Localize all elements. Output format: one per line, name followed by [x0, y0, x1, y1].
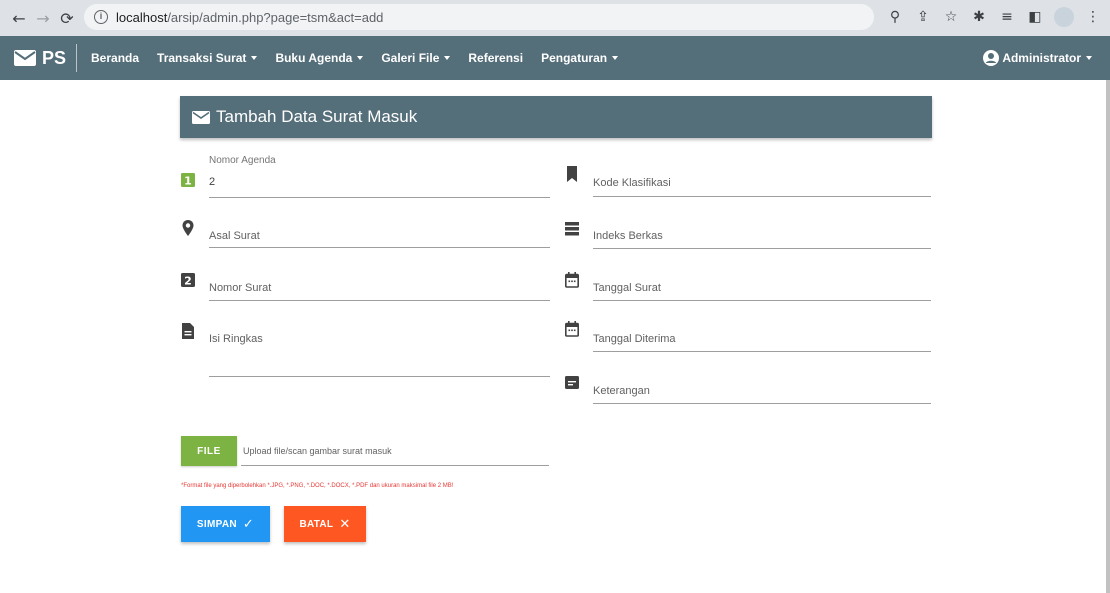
keterangan-field[interactable]: Keterangan: [565, 374, 935, 408]
mail-icon: [192, 110, 210, 124]
check-icon: ✓: [242, 516, 255, 532]
field-underline: [209, 376, 550, 377]
url-host: localhost: [116, 9, 168, 25]
caret-down-icon: [612, 56, 619, 60]
kode-klasifikasi-field[interactable]: Kode Klasifikasi: [565, 166, 935, 200]
menu-item-label: Beranda: [91, 51, 140, 65]
close-icon: ✕: [339, 516, 351, 532]
mail-icon: [14, 50, 36, 66]
field-underline: [593, 300, 931, 301]
brand-text: PS: [42, 47, 67, 68]
calendar-icon: [565, 321, 579, 337]
menu-item-beranda[interactable]: Beranda: [91, 51, 139, 65]
svg-text:2: 2: [184, 275, 192, 288]
field-label: Asal Surat: [209, 230, 260, 242]
field-label: Tanggal Diterima: [593, 333, 676, 345]
save-button[interactable]: SIMPAN ✓: [181, 506, 270, 542]
account-circle-icon: [983, 50, 1000, 66]
save-button-label: SIMPAN: [196, 518, 237, 530]
file-format-note: *Format file yang diperbolehkan *.JPG, *…: [181, 483, 454, 489]
menu-item-referensi[interactable]: Referensi: [468, 51, 523, 65]
back-arrow-icon[interactable]: ←: [8, 7, 30, 29]
user-name: Administrator: [1002, 51, 1081, 65]
field-label: Isi Ringkas: [209, 333, 263, 345]
calendar-icon: [565, 272, 579, 288]
url-path: /arsip/admin.php?page=tsm&act=add: [167, 9, 384, 25]
asal-surat-field[interactable]: Asal Surat: [181, 218, 551, 252]
forward-arrow-icon[interactable]: →: [32, 7, 54, 29]
menu-item-label: Transaksi Surat: [157, 51, 247, 65]
map-marker-icon: [182, 220, 194, 236]
brand-logo[interactable]: PS: [0, 36, 66, 80]
field-label: Kode Klasifikasi: [593, 177, 671, 189]
reading-list-icon[interactable]: ≡: [998, 8, 1016, 26]
site-info-icon[interactable]: i: [94, 10, 108, 24]
side-panel-icon[interactable]: ◧: [1026, 8, 1044, 26]
page-title: Tambah Data Surat Masuk: [216, 107, 418, 126]
field-value: 2: [209, 176, 216, 188]
menu-item-galeri-file[interactable]: Galeri File: [381, 51, 451, 65]
field-underline: [209, 300, 550, 301]
field-label: Nomor Agenda: [209, 155, 276, 166]
caret-down-icon: [357, 56, 364, 60]
menu-item-buku-agenda[interactable]: Buku Agenda: [275, 51, 364, 65]
tanggal-diterima-field[interactable]: Tanggal Diterima: [565, 321, 935, 357]
cancel-button[interactable]: BATAL ✕: [284, 506, 366, 542]
caret-down-icon: [444, 56, 451, 60]
file-path-input[interactable]: Upload file/scan gambar surat masuk: [243, 446, 392, 456]
field-label: Tanggal Surat: [593, 282, 661, 294]
browser-toolbar: ← → ⟳ i localhost/arsip/admin.php?page=t…: [0, 0, 1110, 36]
field-label: Indeks Berkas: [593, 230, 663, 242]
field-underline: [593, 248, 931, 249]
browser-menu-icon[interactable]: ⋮: [1084, 8, 1102, 26]
scrollbar[interactable]: [1106, 80, 1110, 593]
svg-text:1: 1: [184, 175, 192, 188]
file-upload-button[interactable]: FILE: [181, 436, 237, 466]
number-two-icon: 2: [181, 273, 195, 288]
share-icon[interactable]: ⇪: [914, 8, 932, 26]
app-navbar: PS Beranda Transaksi Surat Buku Agenda G…: [0, 36, 1110, 80]
menu-item-transaksi-surat[interactable]: Transaksi Surat: [157, 51, 258, 65]
field-underline: [209, 197, 550, 198]
number-one-icon: 1: [181, 173, 195, 188]
extensions-icon[interactable]: ✱: [970, 8, 988, 26]
zoom-icon[interactable]: ⚲: [886, 8, 904, 26]
caret-down-icon: [251, 56, 258, 60]
field-label: Keterangan: [593, 385, 650, 397]
brand-divider: [76, 44, 78, 72]
document-icon: [182, 323, 194, 339]
tanggal-surat-field[interactable]: Tanggal Surat: [565, 272, 935, 306]
field-underline: [593, 403, 931, 404]
file-path-underline: [241, 465, 549, 466]
menu-item-label: Galeri File: [381, 51, 440, 65]
field-underline: [593, 351, 931, 352]
indeks-berkas-field[interactable]: Indeks Berkas: [565, 220, 935, 254]
notes-icon: [565, 376, 579, 389]
profile-avatar[interactable]: [1054, 7, 1074, 27]
nomor-agenda-field[interactable]: 1 Nomor Agenda 2: [181, 154, 551, 200]
bookmark-star-icon[interactable]: ☆: [942, 8, 960, 26]
field-underline: [209, 247, 550, 248]
menu-item-pengaturan[interactable]: Pengaturan: [541, 51, 619, 65]
cancel-button-label: BATAL: [299, 518, 334, 530]
menu-item-label: Buku Agenda: [275, 51, 353, 65]
main-menu: Beranda Transaksi Surat Buku Agenda Gale…: [91, 51, 619, 65]
menu-item-label: Referensi: [468, 51, 524, 65]
caret-down-icon: [1086, 56, 1092, 60]
bookmark-icon: [567, 166, 577, 182]
reload-icon[interactable]: ⟳: [56, 7, 78, 29]
address-bar[interactable]: i localhost/arsip/admin.php?page=tsm&act…: [84, 4, 874, 30]
user-menu[interactable]: Administrator: [983, 36, 1092, 80]
menu-item-label: Pengaturan: [541, 51, 608, 65]
form-header: Tambah Data Surat Masuk: [180, 96, 932, 138]
isi-ringkas-field[interactable]: Isi Ringkas: [181, 323, 551, 379]
nomor-surat-field[interactable]: 2 Nomor Surat: [181, 271, 551, 305]
field-underline: [593, 196, 931, 197]
field-label: Nomor Surat: [209, 282, 272, 294]
storage-list-icon: [565, 222, 579, 236]
